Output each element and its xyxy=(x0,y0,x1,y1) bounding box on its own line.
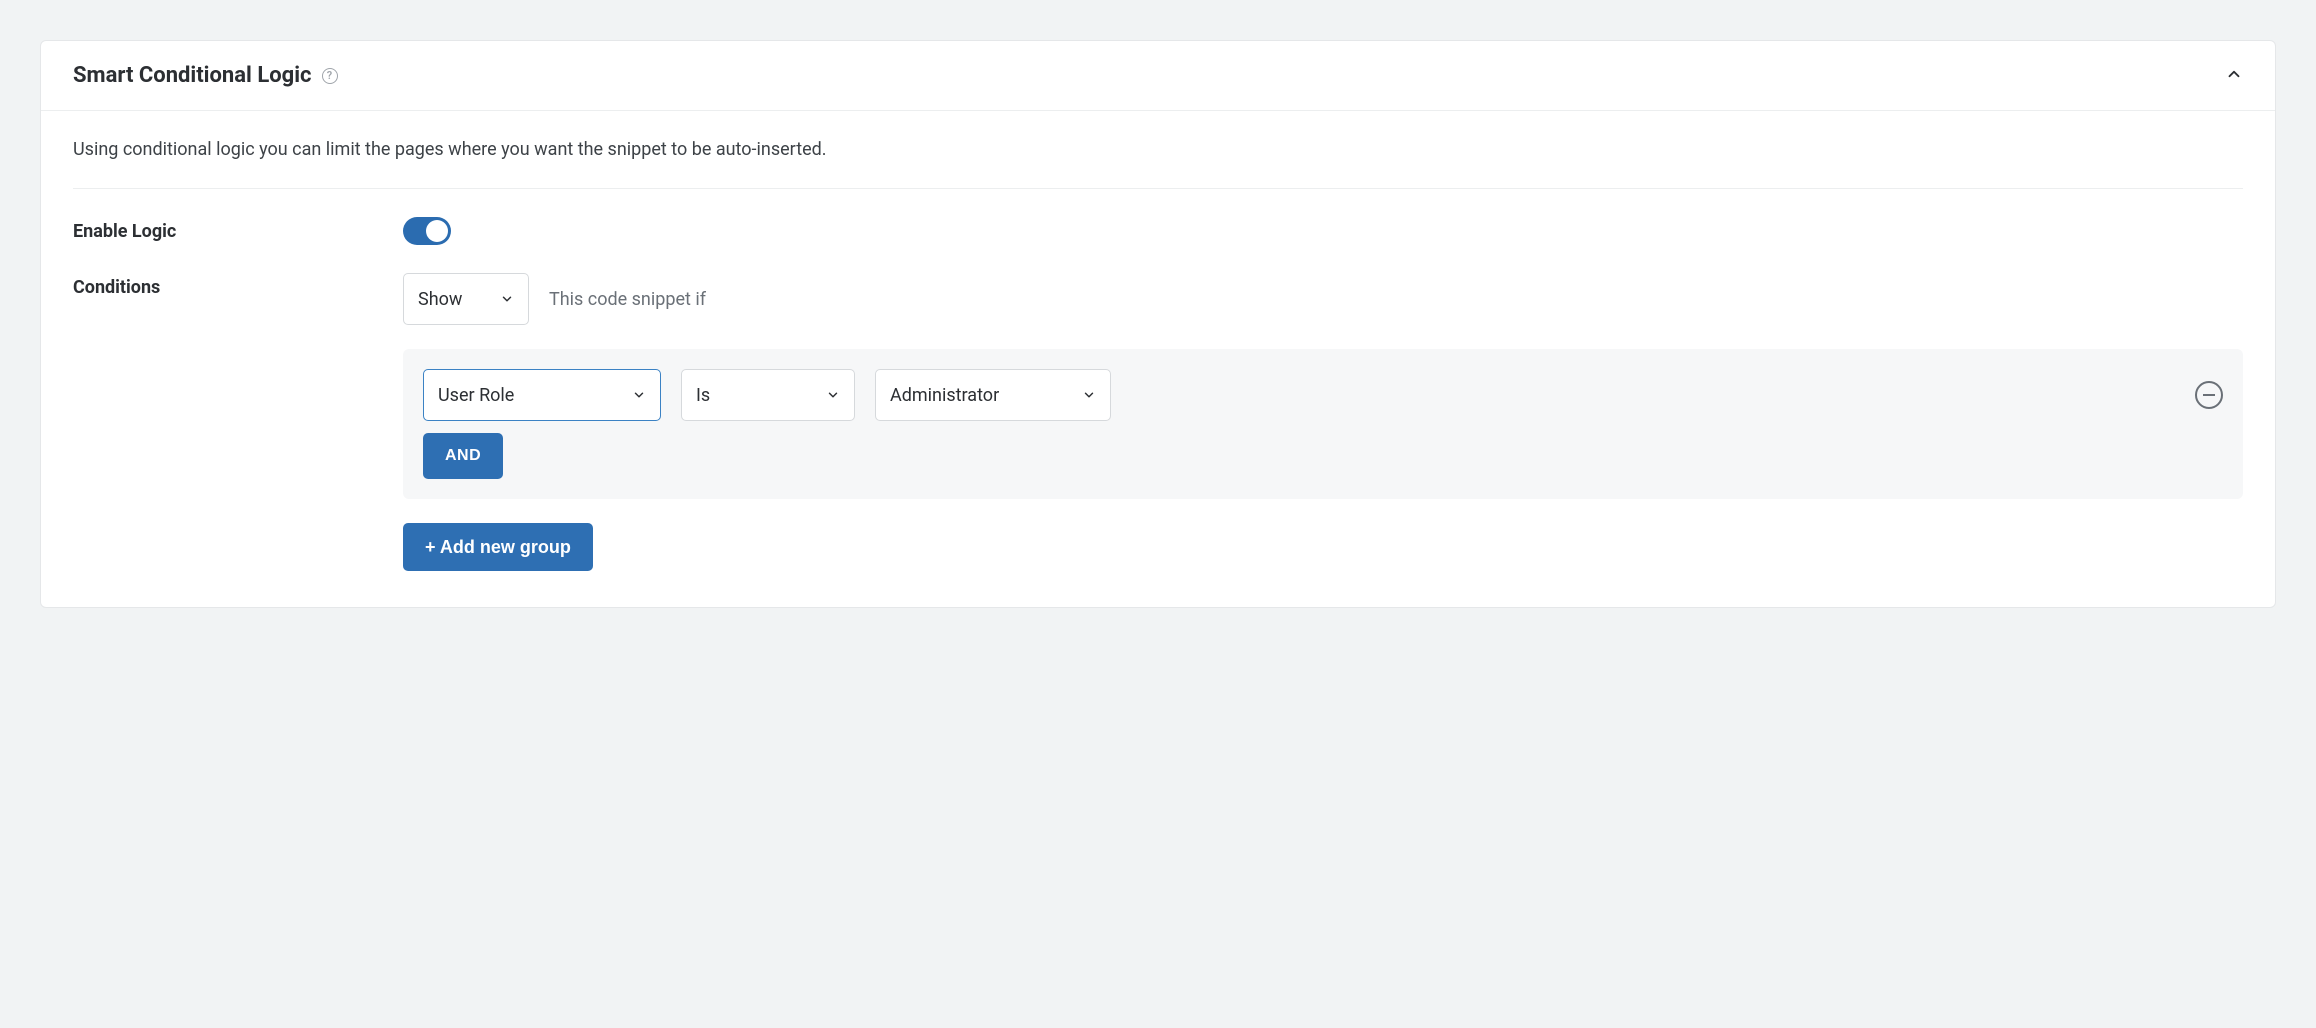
condition-group-main: User Role Is Administrator xyxy=(423,369,2175,479)
condition-group: User Role Is Administrator xyxy=(403,349,2243,499)
panel-body: Using conditional logic you can limit th… xyxy=(41,111,2275,607)
panel-header[interactable]: Smart Conditional Logic ? xyxy=(41,41,2275,111)
condition-value-value: Administrator xyxy=(890,385,999,406)
condition-field-select[interactable]: User Role xyxy=(423,369,661,421)
conditions-content: Show This code snippet if User Role xyxy=(403,273,2243,571)
condition-operator-value: Is xyxy=(696,385,710,406)
condition-operator-select[interactable]: Is xyxy=(681,369,855,421)
and-button[interactable]: AND xyxy=(423,433,503,479)
enable-logic-content xyxy=(403,217,2243,245)
action-line: Show This code snippet if xyxy=(403,273,2243,325)
condition-field-value: User Role xyxy=(438,385,514,406)
chevron-down-icon xyxy=(1082,388,1096,402)
panel-title-wrap: Smart Conditional Logic ? xyxy=(73,63,338,88)
condition-row: User Role Is Administrator xyxy=(423,369,2175,421)
chevron-down-icon xyxy=(826,388,840,402)
conditions-row: Conditions Show This code snippet if Use… xyxy=(73,273,2243,571)
action-select[interactable]: Show xyxy=(403,273,529,325)
condition-value-select[interactable]: Administrator xyxy=(875,369,1111,421)
action-suffix-text: This code snippet if xyxy=(549,289,706,310)
help-icon[interactable]: ? xyxy=(322,68,338,84)
conditions-label: Conditions xyxy=(73,273,403,298)
minus-icon xyxy=(2203,394,2215,396)
enable-logic-label: Enable Logic xyxy=(73,217,403,242)
chevron-up-icon[interactable] xyxy=(2225,65,2243,87)
panel-description: Using conditional logic you can limit th… xyxy=(73,139,2243,189)
panel-title: Smart Conditional Logic xyxy=(73,63,312,88)
enable-logic-toggle[interactable] xyxy=(403,217,451,245)
enable-logic-row: Enable Logic xyxy=(73,217,2243,245)
toggle-knob xyxy=(426,220,448,242)
chevron-down-icon xyxy=(500,292,514,306)
add-group-button[interactable]: + Add new group xyxy=(403,523,593,571)
action-select-value: Show xyxy=(418,289,462,310)
remove-condition-button[interactable] xyxy=(2195,381,2223,409)
conditional-logic-panel: Smart Conditional Logic ? Using conditio… xyxy=(40,40,2276,608)
chevron-down-icon xyxy=(632,388,646,402)
